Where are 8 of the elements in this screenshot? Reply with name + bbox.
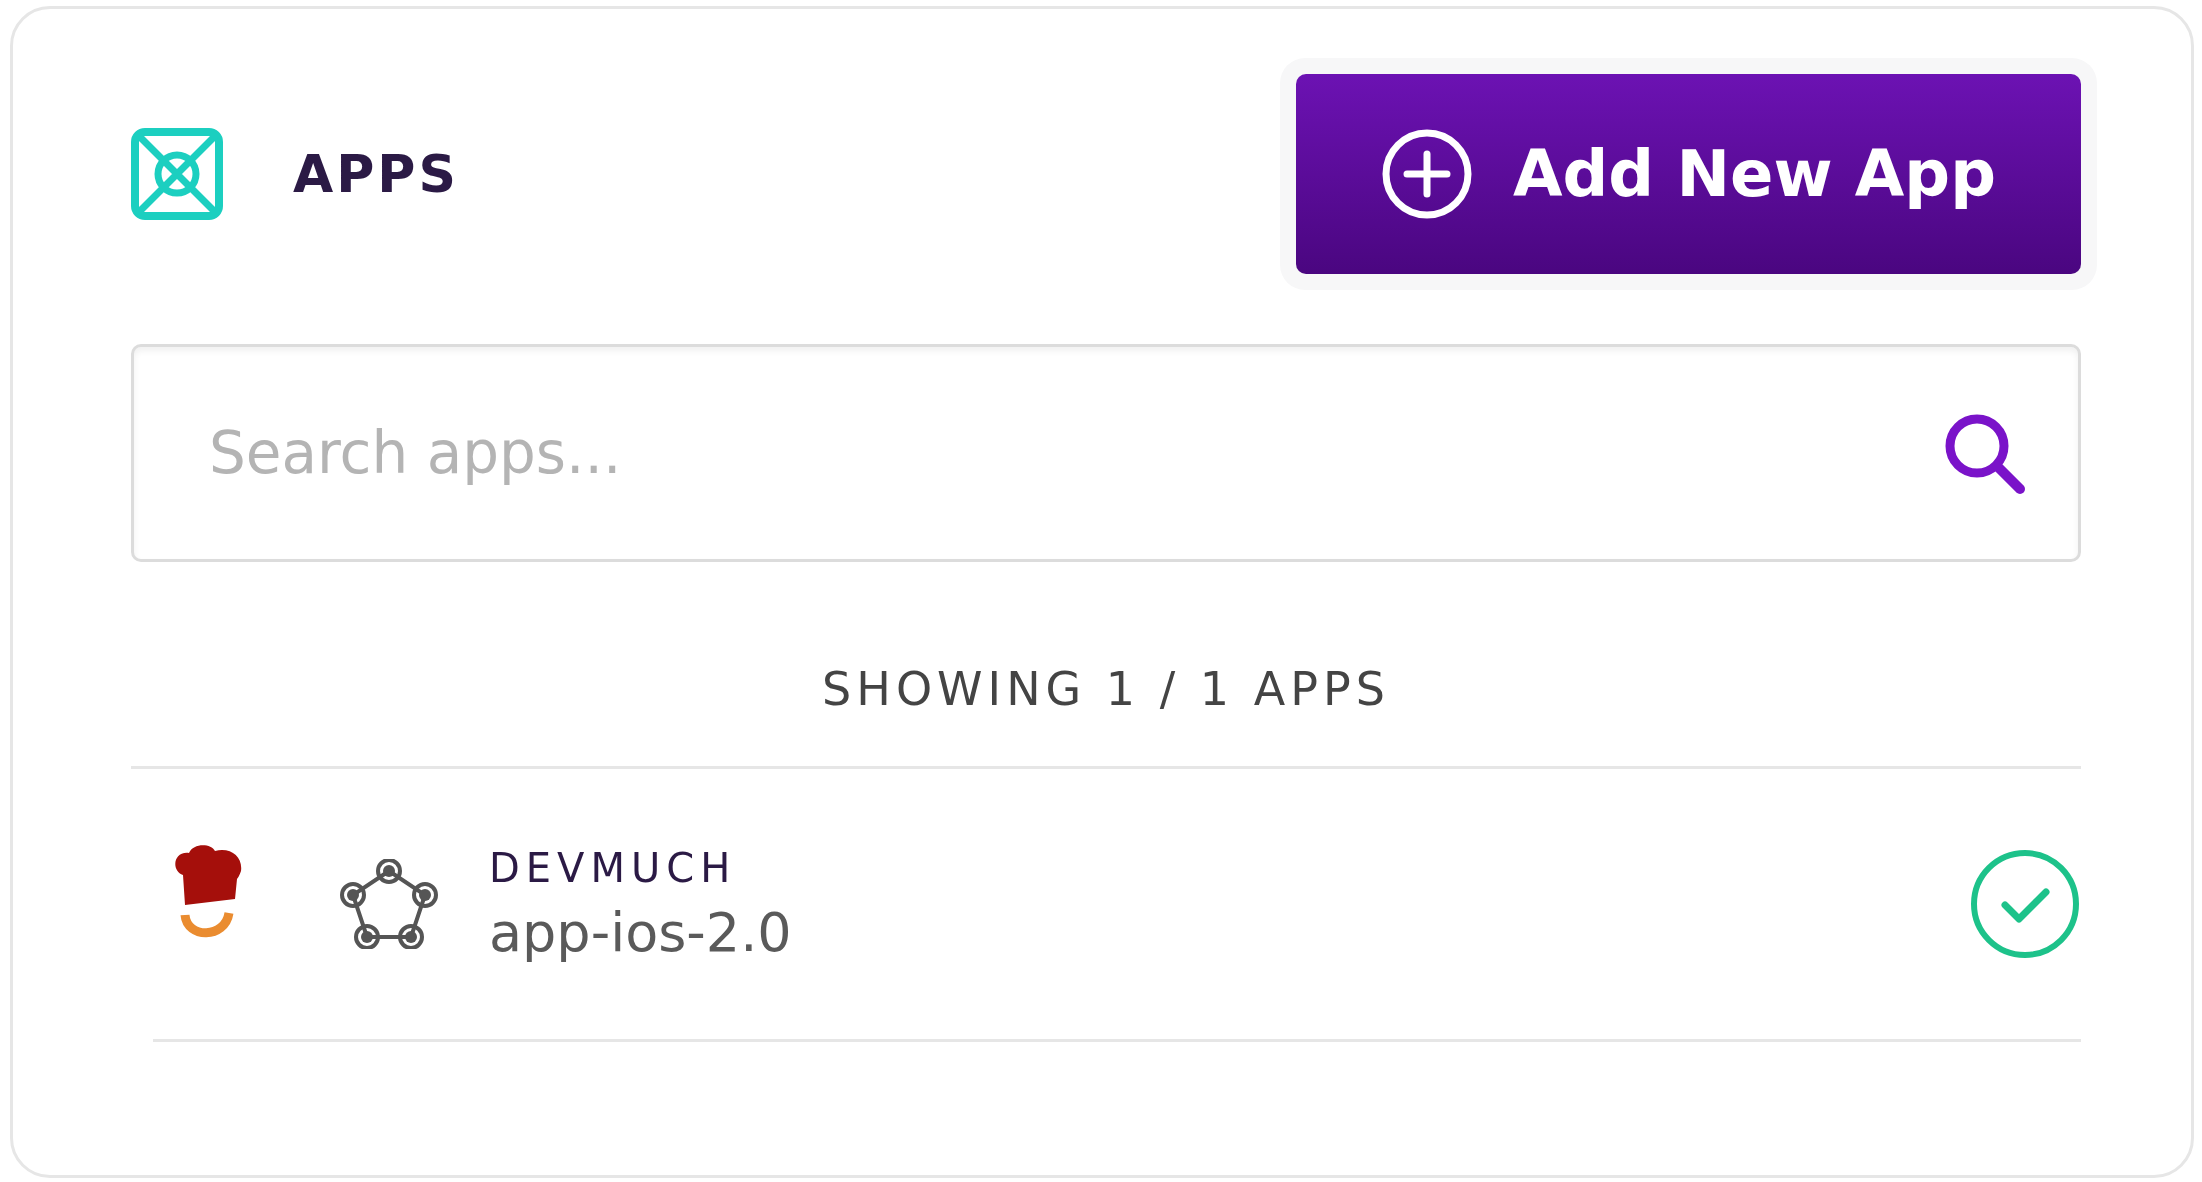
apps-icon xyxy=(131,128,223,220)
plus-circle-icon xyxy=(1381,128,1473,220)
search-field[interactable]: Search apps... xyxy=(131,344,2081,562)
pentagon-nodes-icon xyxy=(339,859,439,949)
results-count: SHOWING 1 / 1 APPS xyxy=(131,562,2081,769)
team-name: DEVMUCH xyxy=(489,844,738,891)
app-name[interactable]: app-ios-2.0 xyxy=(489,900,1969,964)
page-title: APPS xyxy=(293,144,459,204)
